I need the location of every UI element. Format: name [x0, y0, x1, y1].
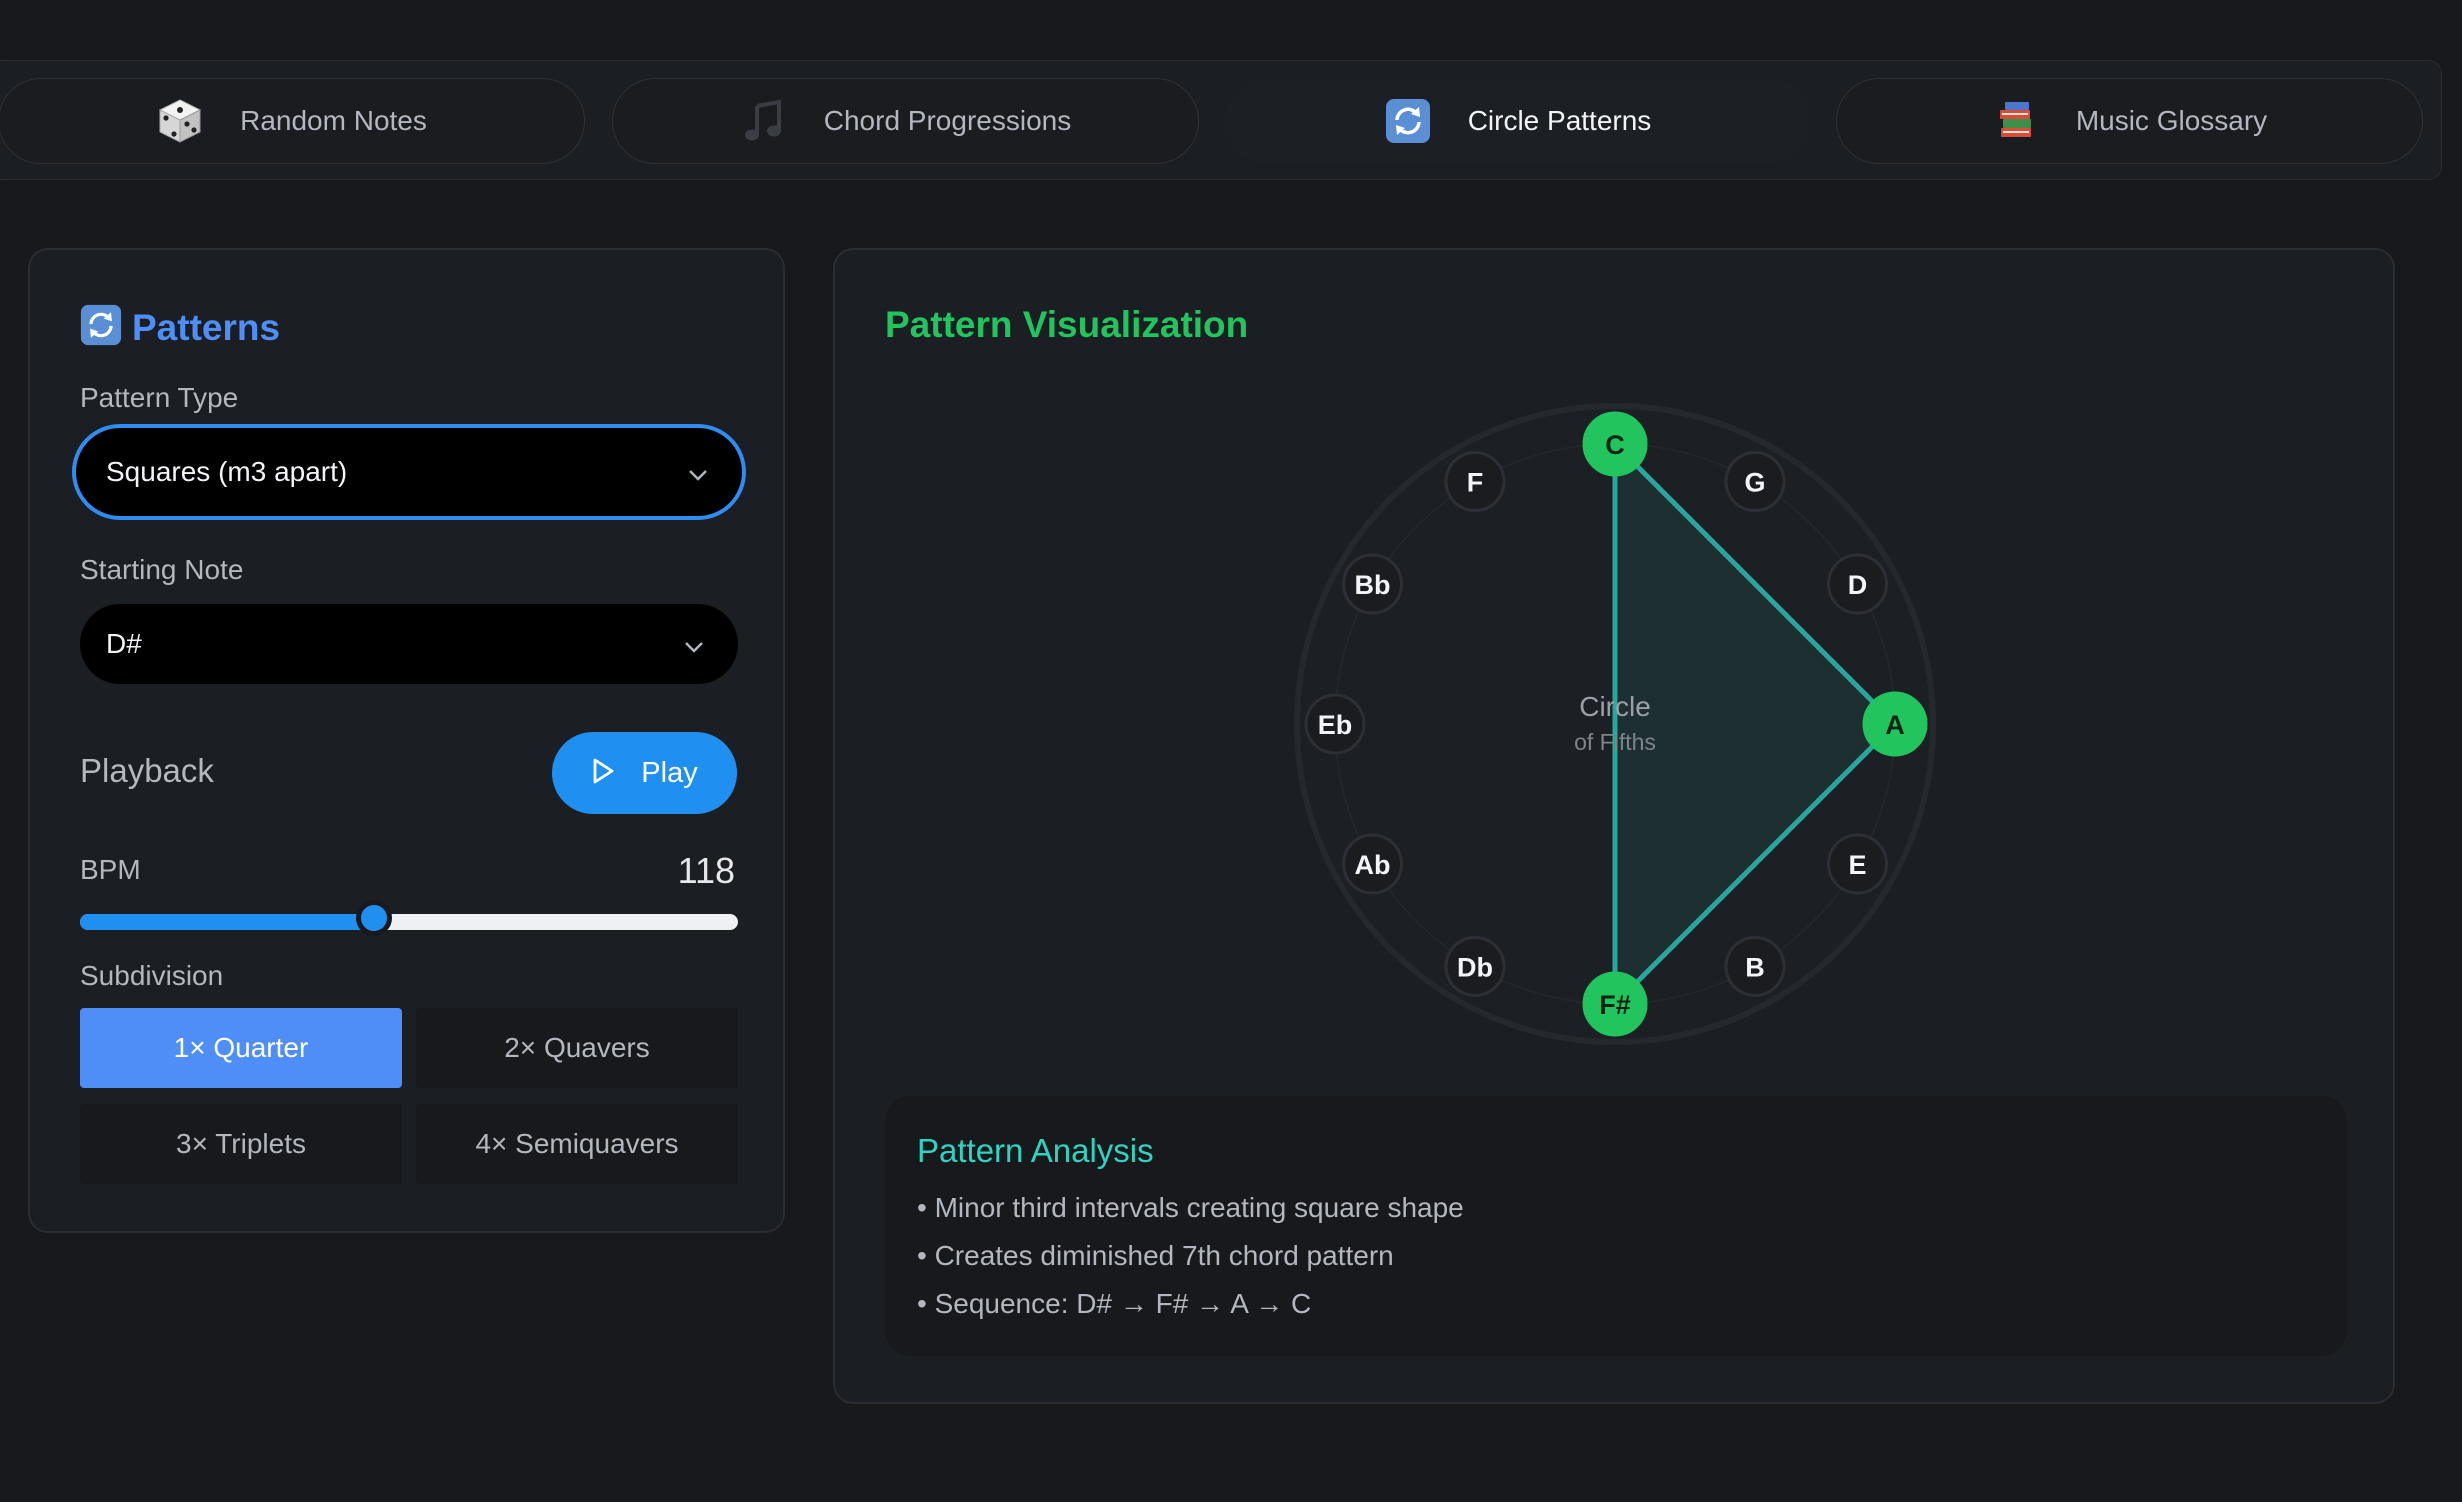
- subdivision-label: Subdivision: [80, 960, 224, 991]
- circle-center-title: Circle: [1579, 691, 1651, 722]
- note-label: B: [1745, 952, 1765, 982]
- visualization-panel: Pattern Visualization Circle of Fifths C…: [833, 248, 2395, 1404]
- bpm-slider-fill: [80, 914, 375, 930]
- pattern-type-select[interactable]: Squares (m3 apart): [72, 424, 746, 520]
- subdivision-triplets-button[interactable]: 3× Triplets: [80, 1104, 402, 1184]
- playback-label: Playback: [80, 752, 214, 789]
- starting-note-label: Starting Note: [80, 554, 244, 585]
- note-label: G: [1744, 468, 1765, 498]
- bpm-value: 118: [677, 850, 735, 891]
- note-label: F: [1467, 468, 1484, 498]
- pattern-analysis-box: Pattern Analysis • Minor third intervals…: [885, 1096, 2347, 1356]
- patterns-title: Patterns: [132, 306, 281, 348]
- note-label: Bb: [1355, 570, 1391, 600]
- play-button[interactable]: Play: [552, 732, 737, 814]
- note-label: D: [1848, 570, 1868, 600]
- cycle-arrows-icon: [80, 304, 122, 351]
- patterns-heading: Patterns: [80, 304, 280, 351]
- note-label: E: [1848, 850, 1866, 880]
- chevron-down-icon: [688, 456, 708, 488]
- analysis-item: • Sequence: D# → F# → A → C: [917, 1288, 1312, 1319]
- books-icon: [1992, 97, 2040, 145]
- note-label: Eb: [1318, 710, 1353, 740]
- musical-note-icon: [740, 97, 788, 145]
- analysis-item: • Creates diminished 7th chord pattern: [917, 1240, 1394, 1271]
- pattern-type-value: Squares (m3 apart): [106, 456, 348, 487]
- pattern-type-label: Pattern Type: [80, 382, 239, 413]
- play-label: Play: [641, 756, 698, 789]
- tab-label: Random Notes: [240, 105, 427, 136]
- dice-icon: [156, 97, 204, 145]
- tab-random-notes[interactable]: Random Notes: [0, 78, 585, 164]
- pattern-analysis-title: Pattern Analysis: [917, 1132, 1154, 1169]
- tab-music-glossary[interactable]: Music Glossary: [1836, 78, 2423, 164]
- note-label: Db: [1457, 952, 1493, 982]
- tab-chord-progressions[interactable]: Chord Progressions: [612, 78, 1199, 164]
- tab-label: Chord Progressions: [823, 105, 1072, 136]
- bpm-slider-thumb[interactable]: [356, 900, 393, 936]
- starting-note-select[interactable]: D#: [80, 604, 738, 684]
- subdivision-quavers-button[interactable]: 2× Quavers: [416, 1008, 738, 1088]
- subdivision-quarter-button[interactable]: 1× Quarter: [80, 1008, 402, 1088]
- chevron-down-icon: [684, 628, 704, 660]
- note-label: F#: [1599, 990, 1631, 1020]
- play-icon: [591, 757, 615, 790]
- tab-label: Circle Patterns: [1467, 105, 1652, 136]
- note-label: A: [1885, 710, 1905, 740]
- note-label: Ab: [1355, 850, 1391, 880]
- circle-of-fifths: Circle of Fifths C G D A E B F# Db Ab Eb Bb F: [1294, 403, 1936, 1045]
- bpm-label: BPM: [80, 854, 141, 885]
- tab-label: Music Glossary: [2075, 105, 2268, 136]
- note-label: C: [1605, 430, 1625, 460]
- circle-center-subtitle: of Fifths: [1574, 729, 1656, 755]
- tab-circle-patterns[interactable]: Circle Patterns: [1224, 78, 1811, 164]
- starting-note-value: D#: [106, 628, 142, 659]
- bpm-slider[interactable]: [80, 900, 738, 936]
- cycle-arrows-icon: [1384, 97, 1432, 145]
- analysis-item: • Minor third intervals creating square …: [917, 1192, 1464, 1223]
- patterns-panel: Patterns Pattern Type Squares (m3 apart)…: [28, 248, 785, 1233]
- subdivision-semiquavers-button[interactable]: 4× Semiquavers: [416, 1104, 738, 1184]
